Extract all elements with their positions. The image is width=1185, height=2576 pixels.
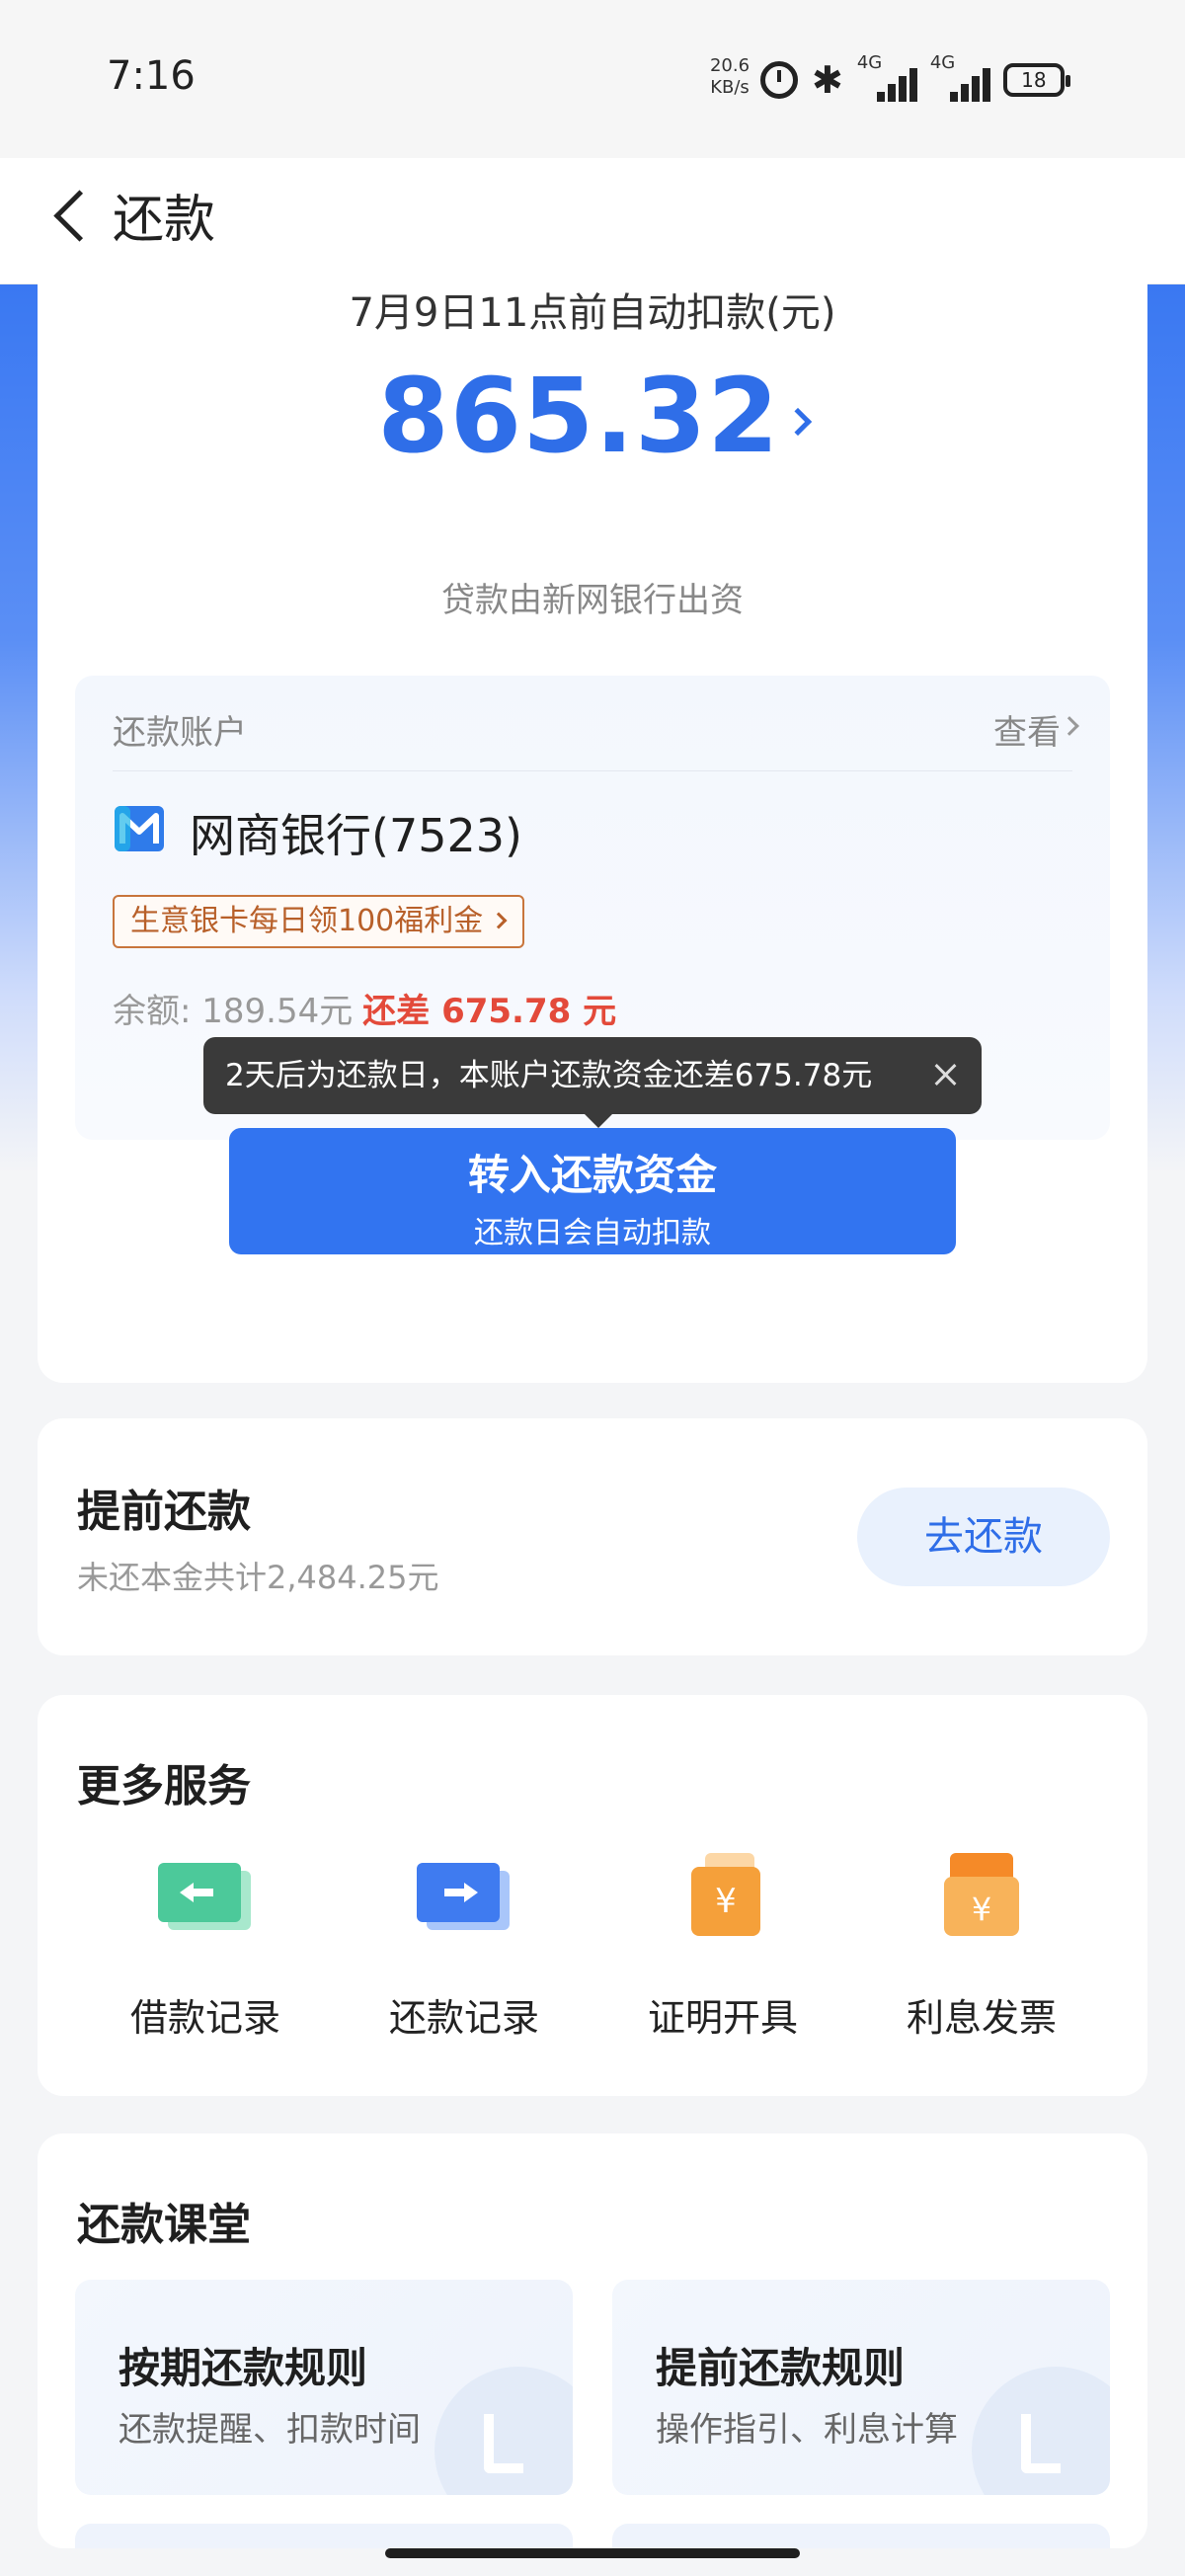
status-bar: 7:16 20.6 KB/s ✱ 4G 4G 18 [0, 0, 1185, 158]
close-icon[interactable] [926, 1055, 966, 1094]
status-icons: ✱ 4G 4G 18 [760, 52, 1070, 105]
service-label: 借款记录 [129, 1996, 280, 2040]
network-speed-value: 20.6 [709, 55, 750, 76]
due-amount-row[interactable]: 865.32 [38, 356, 1147, 476]
class-tile-peek [612, 2524, 1110, 2548]
signal-icon: 4G [857, 52, 917, 102]
status-time: 7:16 [107, 53, 196, 99]
due-amount[interactable]: 865.32 [377, 356, 779, 476]
balance-label: 余额: 189.54元 [113, 992, 354, 1031]
home-indicator[interactable] [385, 2548, 800, 2558]
auto-debit-label: 7月9日11点前自动扣款(元) [349, 290, 836, 336]
more-services-card: 更多服务 借款记录 还款记录 ¥ 证明开具 ¥ 利息发票 [38, 1695, 1147, 2096]
divider [113, 770, 1072, 771]
chevron-right-icon [490, 912, 508, 929]
repay-record-icon [417, 1863, 510, 1930]
battery-icon: 18 [1002, 63, 1070, 97]
bluetooth-icon: ✱ [812, 58, 843, 102]
bank-logo-icon [115, 806, 164, 851]
loan-record-icon [158, 1863, 251, 1930]
shortfall-amount: 还差 675.78 元 [362, 992, 617, 1031]
transfer-funds-button[interactable]: 转入还款资金 还款日会自动扣款 [229, 1128, 956, 1254]
prepay-title: 提前还款 [77, 1487, 251, 1537]
signal-label: 4G [856, 52, 883, 73]
shortfall-tooltip: 2天后为还款日，本账户还款资金还差675.78元 [203, 1037, 982, 1128]
service-repay-record[interactable]: 还款记录 [356, 1843, 573, 2060]
svg-text:¥: ¥ [972, 1891, 991, 1928]
alarm-icon [760, 61, 798, 99]
lender-note: 贷款由新网银行出资 [441, 581, 744, 620]
services-title: 更多服务 [77, 1761, 251, 1811]
network-speed: 20.6 KB/s [705, 55, 754, 99]
classroom-title: 还款课堂 [77, 2200, 251, 2250]
class-tile-title: 提前还款规则 [656, 2344, 906, 2392]
service-invoice[interactable]: ¥ 利息发票 [873, 1843, 1090, 2060]
account-header: 还款账户 [113, 713, 247, 753]
signal-icon: 4G [930, 52, 990, 102]
class-tile-scheduled[interactable]: 按期还款规则 还款提醒、扣款时间 [75, 2280, 573, 2495]
promo-tag[interactable]: 生意银卡每日领100福利金 [113, 895, 525, 948]
invoice-icon: ¥ [944, 1853, 1019, 1936]
page-title: 还款 [113, 191, 216, 250]
view-account-link[interactable]: 查看 [993, 705, 1061, 754]
service-label: 证明开具 [647, 1996, 798, 2040]
certificate-icon: ¥ [691, 1853, 760, 1936]
network-speed-unit: KB/s [710, 77, 750, 98]
prepay-subtitle: 未还本金共计2,484.25元 [77, 1559, 439, 1596]
tooltip-text: 2天后为还款日，本账户还款资金还差675.78元 [225, 1058, 873, 1093]
back-arrow-icon[interactable] [43, 186, 107, 249]
signal-label: 4G [929, 52, 956, 73]
service-label: 还款记录 [388, 1996, 539, 2040]
decorative-icon [972, 2367, 1110, 2495]
svg-text:¥: ¥ [715, 1882, 737, 1921]
prepay-button[interactable]: 去还款 [857, 1488, 1110, 1586]
bank-name: 网商银行(7523) [190, 809, 522, 862]
service-certificate[interactable]: ¥ 证明开具 [614, 1843, 831, 2060]
repayment-classroom-card: 还款课堂 按期还款规则 还款提醒、扣款时间 提前还款规则 操作指引、利息计算 [38, 2133, 1147, 2548]
decorative-icon [434, 2367, 573, 2495]
service-label: 利息发票 [906, 1996, 1057, 2040]
balance-row: 余额: 189.54元 还差 675.78 元 [113, 984, 616, 1032]
promo-text: 生意银卡每日领100福利金 [130, 904, 484, 938]
class-tile-subtitle: 操作指引、利息计算 [656, 2410, 958, 2450]
class-tile-peek [75, 2524, 573, 2548]
class-tile-prepay[interactable]: 提前还款规则 操作指引、利息计算 [612, 2280, 1110, 2495]
transfer-funds-subtitle: 还款日会自动扣款 [474, 1216, 711, 1250]
class-tile-subtitle: 还款提醒、扣款时间 [118, 2410, 421, 2450]
chevron-right-icon[interactable] [1060, 716, 1079, 736]
class-tile-title: 按期还款规则 [118, 2344, 368, 2392]
prepay-card: 提前还款 未还本金共计2,484.25元 去还款 [38, 1418, 1147, 1655]
service-loan-record[interactable]: 借款记录 [97, 1843, 314, 2060]
chevron-right-icon[interactable] [783, 407, 812, 437]
transfer-funds-title: 转入还款资金 [467, 1151, 717, 1199]
